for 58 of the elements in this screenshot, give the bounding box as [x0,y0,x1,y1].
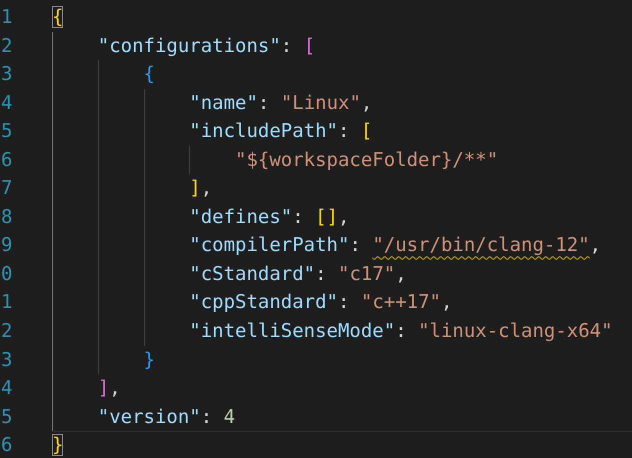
bracket: } [52,434,64,456]
line-number: 1 [0,5,14,30]
bracket: [ [304,34,316,57]
punctuation: : [338,291,350,314]
json-key: "configurations" [98,34,281,57]
line-number: 0 [0,262,14,287]
punctuation: , [440,291,452,314]
string-value: "${workspaceFolder}/**" [235,148,498,171]
punctuation: , [395,262,407,285]
number-value: 4 [224,406,236,428]
line-number: 6 [0,433,14,458]
json-key: "name" [189,92,258,114]
punctuation: : [349,234,362,256]
string-value: "linux-clang-x64" [418,320,613,342]
line-number: 9 [0,233,14,258]
line-number: 2 [0,34,14,59]
bracket: [ [360,120,372,142]
line-number: 7 [0,176,14,202]
bracket: ] [98,377,110,400]
punctuation: : [200,406,214,428]
line-number: 3 [0,348,14,373]
punctuation: , [200,177,212,200]
line-number: 5 [0,404,14,430]
string-value: "c17" [338,262,396,285]
punctuation: , [360,92,372,114]
string-value: "/usr/bin/clang-12" [372,234,590,256]
bracket: ] [189,177,201,200]
line-number: 2 [0,319,14,344]
punctuation: : [292,206,305,228]
string-value: "Linux" [280,92,361,114]
bracket: } [144,348,155,371]
line-number: 1 [0,290,14,316]
string-value: "c++17" [360,291,441,314]
punctuation: , [109,377,121,400]
bracket: { [144,63,155,86]
line-number: 5 [0,119,14,144]
json-key: "intelliSenseMode" [189,320,396,342]
json-key: "version" [98,406,201,428]
line-number: 6 [0,148,14,173]
punctuation: , [590,234,602,256]
punctuation: : [338,120,350,142]
punctuation: , [338,206,350,228]
line-number: 3 [0,62,14,88]
bracket: [ [315,206,327,228]
punctuation: : [395,320,408,342]
json-key: "cppStandard" [189,291,338,314]
punctuation: : [315,262,328,285]
json-key: "cStandard" [189,262,316,285]
line-number: 4 [0,90,14,116]
line-number: 4 [0,376,14,402]
json-key: "includePath" [189,120,338,142]
punctuation: : [258,92,270,114]
json-key: "defines" [189,206,292,228]
punctuation: : [280,34,294,57]
line-number: 8 [0,204,14,230]
bracket: { [52,6,64,28]
bracket: ] [326,206,338,228]
json-key: "compilerPath" [189,234,350,256]
